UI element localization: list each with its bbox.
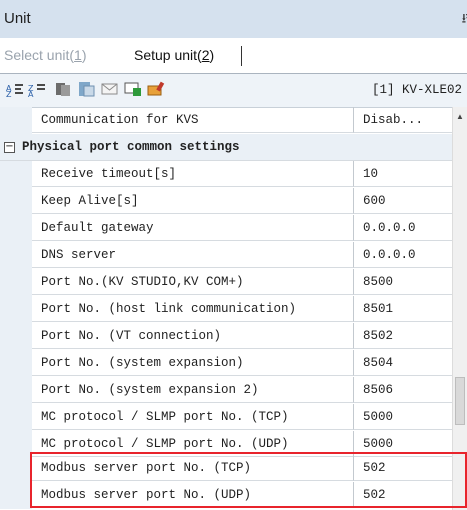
property-row-modbus-udp[interactable]: Modbus server port No. (UDP) 502	[0, 482, 452, 509]
tab-select-unit-suffix: )	[81, 47, 87, 63]
property-value[interactable]: 0.0.0.0	[354, 215, 452, 241]
toolbar: AZ ZA [1] KV-XLE02	[0, 74, 467, 108]
property-value[interactable]: 8500	[354, 269, 452, 295]
row-gutter	[0, 269, 32, 296]
tab-bar: Select unit(1) Setup unit(2)	[0, 38, 467, 74]
property-name: Receive timeout[s]	[32, 161, 354, 187]
tab-select-unit-key: 1	[74, 47, 82, 63]
property-value[interactable]: 10	[354, 161, 452, 187]
paste-icon[interactable]	[77, 81, 95, 97]
window-title: Unit	[4, 10, 31, 27]
property-row[interactable]: Receive timeout[s] 10	[0, 161, 452, 188]
property-name: Port No. (system expansion)	[32, 350, 354, 376]
tab-setup-unit-suffix: )	[209, 47, 215, 63]
row-gutter	[0, 323, 32, 350]
row-gutter	[0, 107, 32, 134]
row-gutter	[0, 482, 32, 509]
row-gutter	[0, 404, 32, 431]
row-gutter	[0, 215, 32, 242]
row-gutter	[0, 188, 32, 215]
property-value[interactable]: 600	[354, 188, 452, 214]
monitor-icon[interactable]	[124, 81, 142, 97]
unit-label: [1] KV-XLE02	[372, 83, 463, 97]
property-name: Default gateway	[32, 215, 354, 241]
collapse-toggle-icon[interactable]: −	[4, 142, 15, 153]
pin-icon[interactable]: ⭿	[462, 10, 467, 32]
tab-select-unit-label: Select unit(	[4, 47, 75, 63]
property-value[interactable]: Disab...	[354, 107, 452, 133]
filter-icon[interactable]: ZA	[28, 81, 46, 97]
property-value[interactable]: 8504	[354, 350, 452, 376]
svg-text:A: A	[28, 90, 34, 97]
property-value[interactable]: 8501	[354, 296, 452, 322]
property-value[interactable]: 5000	[354, 404, 452, 430]
edit-icon[interactable]	[147, 81, 165, 97]
property-row[interactable]: Port No. (system expansion 2) 8506	[0, 377, 452, 404]
property-name: MC protocol / SLMP port No. (UDP)	[32, 431, 354, 457]
vertical-scrollbar[interactable]: ▲	[452, 107, 467, 510]
property-row[interactable]: Default gateway 0.0.0.0	[0, 215, 452, 242]
property-row-modbus-tcp[interactable]: Modbus server port No. (TCP) 502	[0, 455, 452, 482]
property-row[interactable]: Port No. (system expansion) 8504	[0, 350, 452, 377]
row-gutter	[0, 242, 32, 269]
property-row[interactable]: Port No. (VT connection) 8502	[0, 323, 452, 350]
row-gutter	[0, 161, 32, 188]
property-row[interactable]: MC protocol / SLMP port No. (TCP) 5000	[0, 404, 452, 431]
property-row[interactable]: Port No.(KV STUDIO,KV COM+) 8500	[0, 269, 452, 296]
property-row[interactable]: DNS server 0.0.0.0	[0, 242, 452, 269]
property-value[interactable]: 502	[354, 482, 452, 508]
property-value[interactable]: 502	[354, 455, 452, 481]
property-value[interactable]: 0.0.0.0	[354, 242, 452, 268]
row-gutter	[0, 455, 32, 482]
property-name: Keep Alive[s]	[32, 188, 354, 214]
row-gutter	[0, 350, 32, 377]
property-value[interactable]: 5000	[354, 431, 452, 457]
scroll-up-icon[interactable]: ▲	[456, 112, 464, 121]
mail-icon[interactable]	[101, 81, 119, 97]
tab-setup-unit-key: 2	[201, 47, 210, 63]
property-name: Port No.(KV STUDIO,KV COM+)	[32, 269, 354, 295]
svg-text:Z: Z	[6, 90, 12, 97]
property-row[interactable]: Port No. (host link communication) 8501	[0, 296, 452, 323]
property-row[interactable]: Keep Alive[s] 600	[0, 188, 452, 215]
property-grid: Communication for KVS Disab... − Physica…	[0, 107, 467, 510]
tab-setup-unit-label: Setup unit(	[134, 47, 202, 63]
property-name: DNS server	[32, 242, 354, 268]
property-value[interactable]: 8506	[354, 377, 452, 403]
property-value[interactable]: 8502	[354, 323, 452, 349]
sort-icon[interactable]: AZ	[6, 81, 24, 97]
property-name: Communication for KVS	[32, 107, 354, 133]
row-gutter	[0, 431, 32, 458]
text-cursor	[241, 46, 242, 66]
property-name: Port No. (host link communication)	[32, 296, 354, 322]
property-name: Modbus server port No. (TCP)	[32, 455, 354, 481]
section-title: Physical port common settings	[22, 140, 240, 154]
property-row[interactable]: MC protocol / SLMP port No. (UDP) 5000	[0, 431, 452, 458]
tab-select-unit[interactable]: Select unit(1)	[4, 47, 87, 63]
property-name: Modbus server port No. (UDP)	[32, 482, 354, 508]
row-gutter	[0, 377, 32, 404]
tab-setup-unit[interactable]: Setup unit(2)	[134, 47, 214, 63]
copy-icon[interactable]	[54, 81, 72, 97]
section-header[interactable]: − Physical port common settings	[0, 134, 452, 161]
property-name: Port No. (VT connection)	[32, 323, 354, 349]
property-name: Port No. (system expansion 2)	[32, 377, 354, 403]
scrollbar-thumb[interactable]	[455, 377, 465, 425]
property-row[interactable]: Communication for KVS Disab...	[0, 107, 452, 134]
window-titlebar: Unit ⭿	[0, 0, 467, 38]
row-gutter	[0, 296, 32, 323]
property-name: MC protocol / SLMP port No. (TCP)	[32, 404, 354, 430]
